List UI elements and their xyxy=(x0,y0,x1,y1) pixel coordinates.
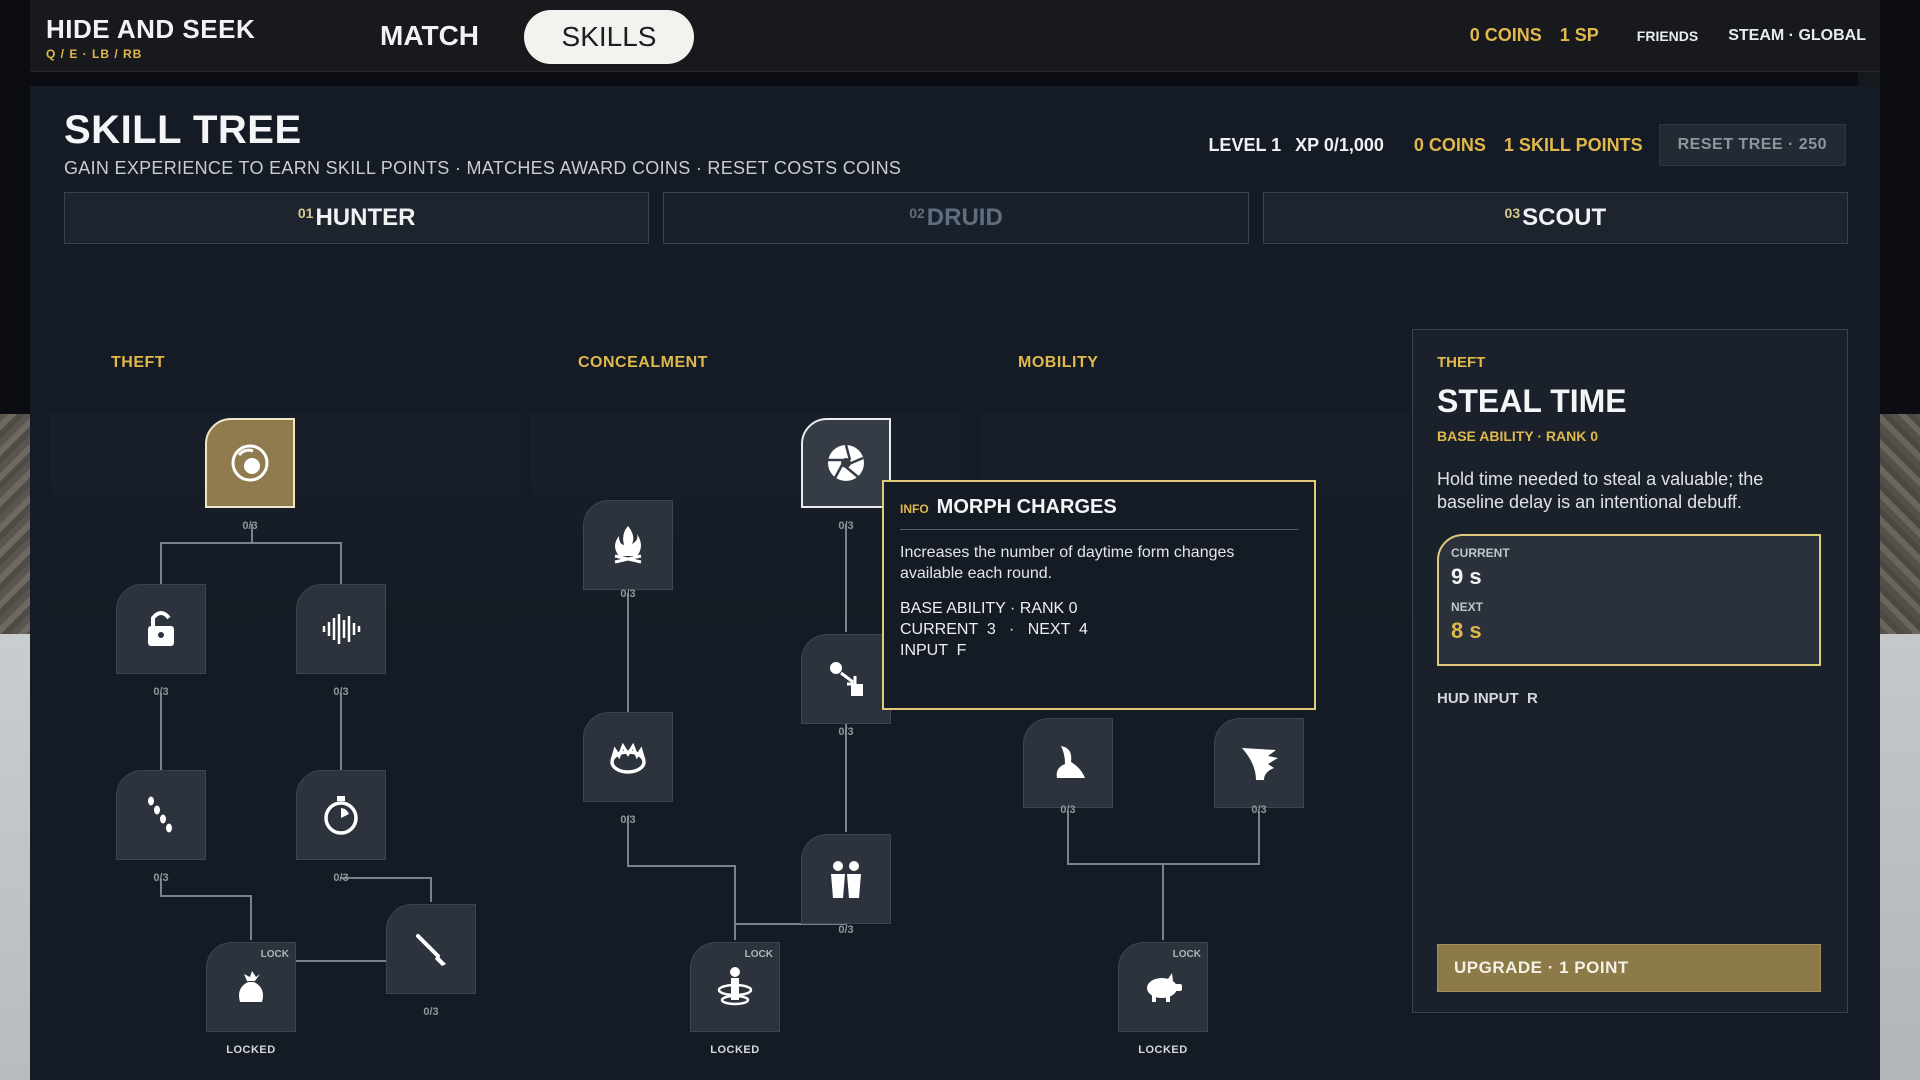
node-decoy[interactable] xyxy=(801,834,891,924)
node-lockpick[interactable] xyxy=(116,584,206,674)
tooltip-details: BASE ABILITY · RANK 0 CURRENT 3 · NEXT 4… xyxy=(900,598,1298,661)
node-rank: 0/3 xyxy=(242,520,258,532)
detail-meta: BASE ABILITY · RANK 0 xyxy=(1437,428,1599,444)
nav-match[interactable]: MATCH xyxy=(360,14,499,58)
tooltip-header: INFO MORPH CHARGES xyxy=(900,496,1298,530)
node-spin[interactable]: LOCK xyxy=(690,942,780,1032)
node-rank: 0/3 xyxy=(333,872,349,884)
node-locked-label: LOCKED xyxy=(710,1044,760,1056)
node-rank: 0/3 xyxy=(333,686,349,698)
stopwatch-icon xyxy=(324,796,358,835)
lock-badge: LOCK xyxy=(744,949,773,960)
node-locked-label: LOCKED xyxy=(1138,1044,1188,1056)
padlock-icon xyxy=(148,611,174,646)
node-steal-time[interactable] xyxy=(205,418,295,508)
detail-skill-name: STEAL TIME xyxy=(1437,383,1627,419)
friends-button[interactable]: FRIENDS xyxy=(1637,28,1698,44)
current-label: CURRENT xyxy=(1451,546,1510,560)
tree-area: THEFT CONCEALMENT MOBILITY 0/3 0/3 0/3 0… xyxy=(30,86,1440,1080)
brush-icon xyxy=(416,934,446,966)
fire-ring-icon xyxy=(610,742,646,774)
node-rank: 0/3 xyxy=(153,872,169,884)
node-rank: 0/3 xyxy=(838,726,854,738)
tab-label: SCOUT xyxy=(1522,204,1607,231)
tooltip-line-values: CURRENT 3 · NEXT 4 xyxy=(900,621,1088,638)
lock-badge: LOCK xyxy=(1172,949,1201,960)
node-footsteps[interactable] xyxy=(116,770,206,860)
background-wall-right xyxy=(1880,414,1920,634)
hud-input: HUD INPUT R xyxy=(1437,690,1538,707)
detail-description: Hold time needed to steal a valuable; th… xyxy=(1437,469,1764,512)
decoy-icon xyxy=(831,861,861,898)
tooltip-title: MORPH CHARGES xyxy=(936,496,1117,518)
detail-values-box: CURRENT 9 s NEXT 8 s xyxy=(1437,534,1821,666)
next-value: 8 s xyxy=(1451,618,1482,643)
nav-skills[interactable]: SKILLS xyxy=(524,10,694,64)
tab-number: 03 xyxy=(1504,205,1521,221)
node-dash[interactable] xyxy=(1023,718,1113,808)
node-rank: 0/3 xyxy=(838,520,854,532)
skill-tree-panel: SKILL TREE GAIN EXPERIENCE TO EARN SKILL… xyxy=(30,86,1880,1080)
aperture-icon xyxy=(828,444,864,481)
node-brush[interactable] xyxy=(386,904,476,994)
footsteps-icon xyxy=(148,796,172,833)
top-bar: HIDE AND SEEK Q / E · LB / RB MATCH SKIL… xyxy=(30,0,1880,72)
detail-group: THEFT xyxy=(1437,354,1486,371)
skill-detail-panel: THEFT STEAL TIME BASE ABILITY · RANK 0 H… xyxy=(1412,329,1848,1013)
node-swap[interactable] xyxy=(801,634,891,724)
tooltip-description: Increases the number of daytime form cha… xyxy=(900,544,1235,582)
node-morph-charges[interactable] xyxy=(801,418,891,508)
node-rank: 0/3 xyxy=(153,686,169,698)
upgrade-button[interactable]: UPGRADE · 1 POINT xyxy=(1437,944,1821,992)
campfire-icon xyxy=(614,526,642,564)
node-rank: 0/3 xyxy=(620,588,636,600)
current-value: 9 s xyxy=(1451,564,1482,589)
brand: HIDE AND SEEK Q / E · LB / RB xyxy=(46,14,255,61)
node-wing[interactable] xyxy=(1214,718,1304,808)
game-title: HIDE AND SEEK xyxy=(46,14,256,44)
node-noise[interactable] xyxy=(296,584,386,674)
swap-icon xyxy=(830,662,863,696)
skill-points-label: 1 SKILL POINTS xyxy=(1503,134,1643,155)
spin-icon xyxy=(717,967,753,1006)
pig-icon xyxy=(1147,973,1182,1002)
tooltip-line-input: INPUT F xyxy=(900,642,967,659)
dash-icon xyxy=(1056,746,1085,778)
node-locked-label: LOCKED xyxy=(226,1044,276,1056)
node-fire-ring[interactable] xyxy=(583,712,673,802)
node-loot-bag[interactable]: LOCK xyxy=(206,942,296,1032)
next-label: NEXT xyxy=(1451,600,1484,614)
region-button[interactable]: STEAM · GLOBAL xyxy=(1728,27,1866,45)
node-rank: 0/3 xyxy=(838,924,854,936)
background-floor-right xyxy=(1880,634,1920,1080)
loot-bag-icon xyxy=(239,971,263,1002)
coin-count: 0 COINS xyxy=(1469,25,1542,45)
node-rank: 0/3 xyxy=(423,1006,439,1018)
node-campfire[interactable] xyxy=(583,500,673,590)
lock-badge: LOCK xyxy=(260,949,289,960)
node-pig[interactable]: LOCK xyxy=(1118,942,1208,1032)
soundwave-icon xyxy=(322,614,361,644)
node-rank: 0/3 xyxy=(1251,804,1267,816)
reset-tree-button[interactable]: RESET TREE · 250 xyxy=(1658,124,1846,166)
tab-switch-hint: Q / E · LB / RB xyxy=(46,47,143,61)
node-rank: 0/3 xyxy=(620,814,636,826)
tooltip-tag: INFO xyxy=(900,502,929,516)
node-rank: 0/3 xyxy=(1060,804,1076,816)
skill-tooltip: INFO MORPH CHARGES Increases the number … xyxy=(882,480,1316,710)
top-status: 0 COINS 1 SP FRIENDS STEAM · GLOBAL xyxy=(1470,25,1866,46)
wing-icon xyxy=(1242,748,1278,780)
grab-orb-icon xyxy=(231,444,269,482)
tooltip-line-rank: BASE ABILITY · RANK 0 xyxy=(900,600,1078,617)
node-stopwatch[interactable] xyxy=(296,770,386,860)
sp-count: 1 SP xyxy=(1559,25,1599,45)
